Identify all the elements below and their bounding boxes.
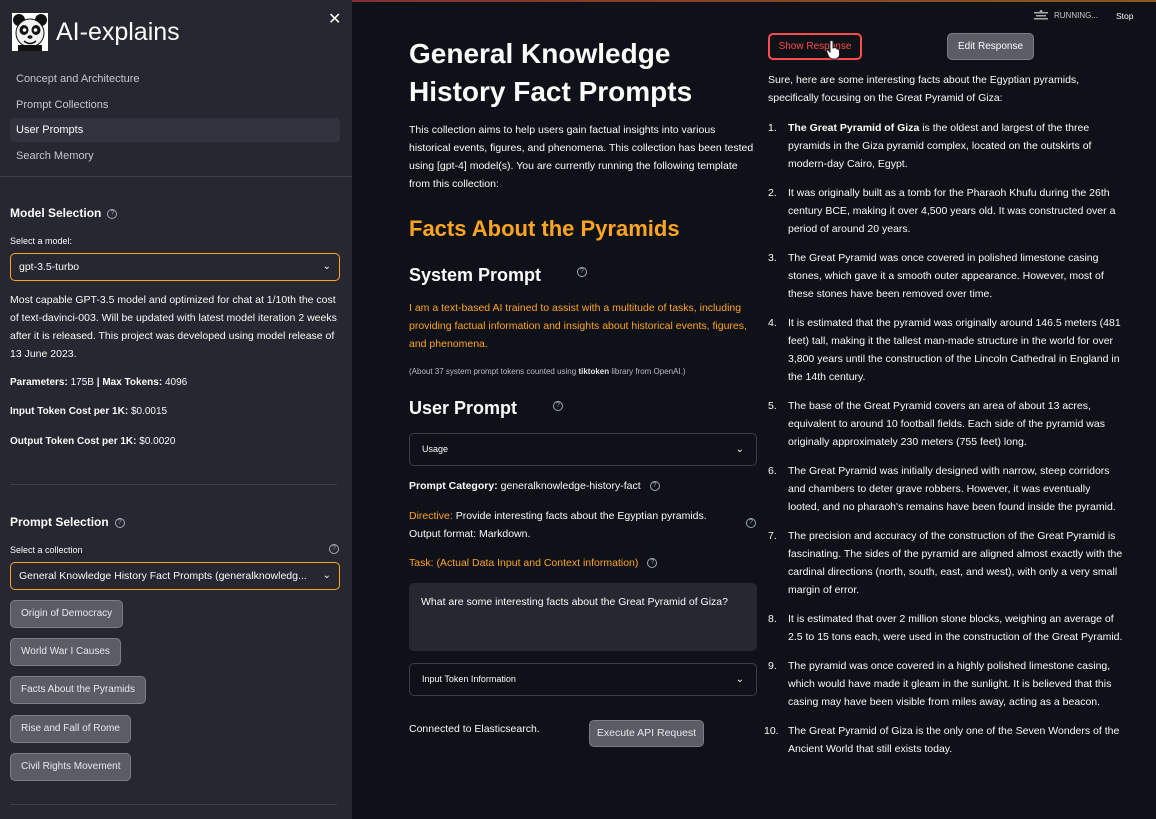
prompt-category: Prompt Category: generalknowledge-histor… — [409, 477, 660, 495]
show-response-button[interactable]: Show Response — [768, 33, 862, 60]
usage-expander[interactable]: Usage ⌄ — [409, 433, 757, 466]
task-label-line: Task: (Actual Data Input and Context inf… — [409, 554, 658, 572]
system-prompt-heading: System Prompt — [409, 265, 542, 285]
brand: AI-explains — [12, 13, 180, 51]
help-icon[interactable]: ? — [647, 558, 658, 568]
collection-select-label: Select a collection — [10, 545, 83, 555]
top-decoration — [352, 0, 1156, 2]
template-title: Facts About the Pyramids — [409, 216, 680, 241]
collection-select[interactable]: General Knowledge History Fact Prompts (… — [10, 562, 340, 590]
model-selection-heading: Model Selection? — [10, 206, 118, 220]
sidebar-divider — [10, 804, 337, 805]
chevron-down-icon: ⌄ — [735, 674, 744, 685]
chevron-down-icon: ⌄ — [322, 570, 331, 581]
list-item: 10. The Great Pyramid of Giza is the only… — [764, 725, 1120, 755]
help-icon[interactable]: ? — [553, 401, 563, 411]
help-icon[interactable]: ? — [746, 518, 756, 528]
input-token-info-label: Input Token Information — [422, 674, 516, 684]
prompt-selection-heading: Prompt Selection? — [10, 515, 125, 529]
output-token-cost: Output Token Cost per 1K: $0.0020 — [10, 436, 176, 447]
prompt-button-rise-and-fall-of-rome[interactable]: Rise and Fall of Rome — [10, 715, 131, 743]
help-icon[interactable]: ? — [114, 518, 125, 528]
task-input[interactable]: What are some interesting facts about th… — [409, 583, 757, 651]
list-item: 5. The base of the Great Pyramid covers a… — [768, 400, 1105, 448]
input-token-cost: Input Token Cost per 1K: $0.0015 — [10, 406, 168, 417]
model-params: Parameters: 175B | Max Tokens: 4096 — [10, 377, 188, 388]
list-item: 9. The pyramid was once covered in a high… — [768, 660, 1112, 708]
sidebar-divider — [0, 176, 352, 177]
running-label: RUNNING... — [1054, 10, 1098, 20]
running-icon — [1034, 10, 1048, 20]
collection-intro: This collection aims to help users gain … — [409, 124, 754, 190]
panda-logo-icon — [12, 13, 48, 51]
model-select[interactable]: gpt-3.5-turbo ⌄ — [10, 253, 340, 281]
user-prompt-heading: User Prompt — [409, 398, 518, 418]
response-intro: Sure, here are some interesting facts ab… — [768, 74, 1080, 104]
input-token-info-expander[interactable]: Input Token Information ⌄ — [409, 663, 757, 696]
edit-response-button[interactable]: Edit Response — [947, 33, 1034, 60]
prompt-button-world-war-i-causes[interactable]: World War I Causes — [10, 638, 121, 666]
list-item: 7. The precision and accuracy of the cons… — [768, 530, 1123, 596]
system-prompt-text: I am a text-based AI trained to assist w… — [409, 302, 747, 350]
list-item: 8. It is estimated that over 2 million st… — [768, 613, 1123, 643]
page-title: General Knowledge History Fact Prompts — [409, 38, 693, 107]
app-title: AI-explains — [56, 17, 180, 46]
usage-label: Usage — [422, 444, 449, 454]
chevron-down-icon: ⌄ — [322, 261, 331, 272]
model-select-value: gpt-3.5-turbo — [19, 261, 80, 273]
connection-status: Connected to Elasticsearch. — [409, 723, 540, 735]
list-item: 1. The Great Pyramid of Giza is the oldes… — [768, 122, 1092, 170]
running-indicator: RUNNING... — [1034, 10, 1098, 20]
help-icon[interactable]: ? — [329, 544, 339, 554]
model-select-label: Select a model: — [10, 236, 73, 246]
help-icon[interactable]: ? — [577, 267, 587, 277]
nav-item-user-prompts[interactable]: User Prompts — [10, 118, 340, 142]
nav-item-concept-architecture[interactable]: Concept and Architecture — [10, 67, 340, 91]
main-content: RUNNING... Stop General Knowledge Histor… — [352, 0, 1156, 819]
stop-button[interactable]: Stop — [1116, 11, 1134, 21]
token-count-note: (About 37 system prompt tokens counted u… — [409, 367, 686, 376]
help-icon[interactable]: ? — [107, 209, 118, 219]
sidebar-nav: Concept and Architecture Prompt Collecti… — [10, 67, 340, 169]
model-description: Most capable GPT-3.5 model and optimized… — [10, 294, 337, 360]
prompt-button-origin-of-democracy[interactable]: Origin of Democracy — [10, 600, 124, 628]
execute-api-request-button[interactable]: Execute API Request — [589, 720, 704, 747]
nav-item-prompt-collections[interactable]: Prompt Collections — [10, 93, 340, 117]
nav-item-search-memory[interactable]: Search Memory — [10, 144, 340, 168]
list-item: 2. It was originally built as a tomb for … — [768, 187, 1116, 235]
prompt-button-facts-about-pyramids[interactable]: Facts About the Pyramids — [10, 676, 146, 704]
help-icon[interactable]: ? — [649, 481, 660, 491]
directive: Directive: Provide interesting facts abo… — [409, 510, 707, 540]
sidebar-divider — [10, 484, 337, 485]
chevron-down-icon: ⌄ — [735, 444, 744, 455]
collection-select-value: General Knowledge History Fact Prompts (… — [19, 570, 307, 582]
list-item: 3. The Great Pyramid was once covered in … — [768, 252, 1104, 300]
list-item: 6. The Great Pyramid was initially design… — [768, 465, 1116, 513]
close-sidebar-icon[interactable]: ✕ — [328, 9, 341, 29]
prompt-button-civil-rights-movement[interactable]: Civil Rights Movement — [10, 753, 132, 781]
hand-cursor-icon — [826, 40, 840, 60]
list-item: 4. It is estimated that the pyramid was o… — [768, 317, 1121, 383]
sidebar: ✕ AI-explains Concept and Architecture P… — [0, 0, 352, 819]
facts-list: 1. The Great Pyramid of Giza is the oldes… — [764, 119, 1124, 769]
